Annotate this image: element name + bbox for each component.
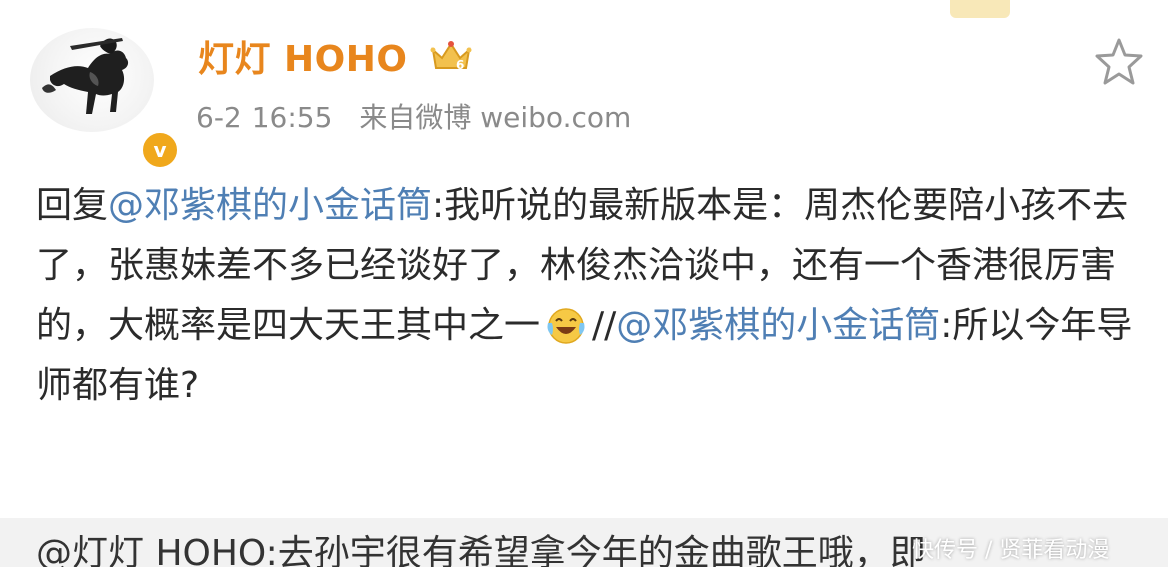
quoted-post-text: @灯灯 HOHO:去孙宇很有希望拿今年的金曲歌王哦，即 [36,533,926,567]
watermark: 快传号 / 贤菲看动漫 [912,538,1110,563]
username[interactable]: 灯灯 HOHO [198,30,408,82]
emoji-svg [547,308,585,344]
star-icon[interactable] [1092,36,1146,88]
crown-member-icon[interactable]: 6 [430,38,472,74]
member-level: 6 [456,58,465,72]
avatar[interactable]: v [30,28,180,170]
crown-member-svg [430,41,472,69]
post-time: 16:55 [251,101,333,134]
rider-silhouette-icon [42,38,129,114]
star-outline-svg [1095,38,1143,85]
mention-link[interactable]: @邓紫棋的小金话筒 [108,185,432,226]
avatar-image [30,28,154,132]
mention-link-2[interactable]: @邓紫棋的小金话筒 [616,305,940,346]
post-content: 回复@邓紫棋的小金话筒:我听说的最新版本是：周杰伦要陪小孩不去了，张惠妹差不多已… [36,176,1146,416]
laugh-cry-emoji [544,304,588,344]
top-corner-decoration [950,0,1010,18]
post-meta: 6-2 16:55 来自微博 weibo.com [196,96,631,136]
post-source[interactable]: 来自微博 weibo.com [359,101,631,134]
reply-prefix: 回复 [36,185,109,226]
verified-badge-label: v [153,138,167,162]
verified-v-icon: v [140,130,180,170]
weibo-post-screenshot: v 灯灯 HOHO 6 6-2 16:55 来自微博 weibo.com 回复@邓… [0,0,1168,567]
post-date: 6-2 [196,101,242,134]
quote-separator: // [592,305,617,346]
